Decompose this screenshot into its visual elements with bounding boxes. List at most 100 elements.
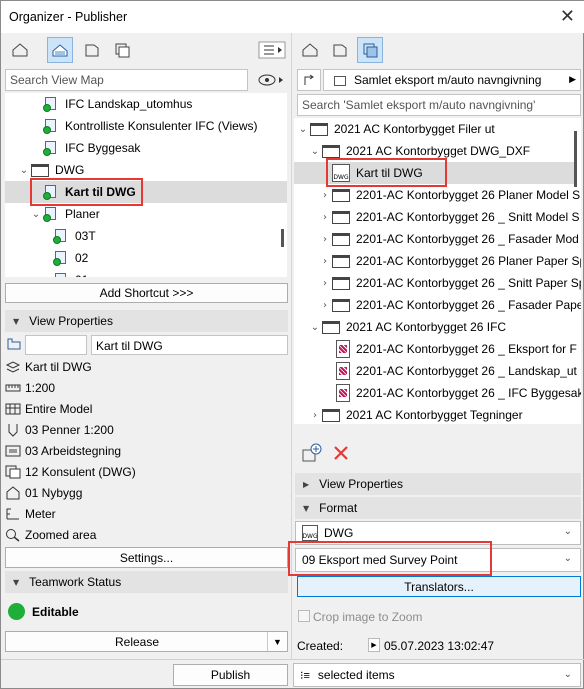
view-icon — [43, 206, 59, 222]
chevron-down-icon[interactable]: ⌄ — [296, 124, 310, 135]
tree-item[interactable]: 03T — [53, 225, 96, 247]
publisher-search-input[interactable]: Search 'Samlet eksport m/auto navngivnin… — [297, 94, 581, 116]
new-item-icon[interactable] — [301, 443, 323, 463]
chevron-right-icon[interactable]: › — [318, 256, 332, 267]
release-button[interactable]: Release ▼ — [5, 631, 288, 652]
project-map-icon[interactable] — [297, 37, 323, 63]
folder-icon — [332, 298, 350, 312]
view-icon — [43, 96, 59, 112]
project-map-icon[interactable] — [7, 37, 33, 63]
created-label: Created: — [297, 639, 344, 653]
teamwork-status-header[interactable]: ▼ Teamwork Status — [5, 571, 288, 593]
crop-checkbox[interactable] — [298, 610, 310, 622]
dropdown-arrow-icon[interactable]: ▼ — [267, 632, 287, 651]
chevron-right-icon[interactable]: › — [318, 212, 332, 223]
chevron-down-icon[interactable]: ⌄ — [308, 322, 322, 333]
tree-folder-planer[interactable]: ⌄ Planer — [29, 203, 100, 225]
publisher-set-up-icon[interactable] — [297, 69, 321, 91]
view-icon — [43, 140, 59, 156]
chevron-down-icon: ⌄ — [563, 669, 572, 680]
tree-item[interactable]: 2201-AC Kontorbygget 26 _ Landskap_ut — [336, 360, 577, 382]
view-map-icon[interactable] — [47, 37, 73, 63]
publisher-sets-icon[interactable] — [357, 37, 383, 63]
folder-icon — [332, 210, 350, 224]
publish-button[interactable]: Publish — [173, 664, 288, 686]
divider — [1, 659, 584, 660]
right-view-properties-header[interactable]: ▶ View Properties — [295, 473, 581, 495]
chevron-down-icon: ⌄ — [563, 526, 572, 537]
view-name-field[interactable]: Kart til DWG — [91, 335, 288, 355]
publisher-sets-icon[interactable] — [109, 37, 135, 63]
close-icon[interactable]: ✕ — [560, 6, 575, 27]
tree-folder[interactable]: › 2201-AC Kontorbygget 26 _ Fasader Pape — [318, 294, 581, 316]
list-icon: ⁝≡ — [300, 669, 310, 682]
tree-item[interactable]: 02 — [53, 247, 88, 269]
dimension-icon — [5, 507, 21, 521]
delete-icon[interactable] — [333, 445, 349, 461]
tree-folder[interactable]: › 2201-AC Kontorbygget 26 _ Snitt Model S — [318, 206, 579, 228]
tree-folder[interactable]: › 2021 AC Kontorbygget Tegninger — [308, 404, 523, 424]
chevron-right-icon[interactable]: › — [318, 234, 332, 245]
prop-zoom: Zoomed area — [5, 525, 96, 545]
prop-layers: Kart til DWG — [5, 357, 92, 377]
collapse-triangle-icon: ▼ — [303, 503, 310, 513]
chevron-right-icon[interactable]: › — [308, 410, 322, 421]
play-icon[interactable]: ▶ — [368, 638, 380, 652]
format-header[interactable]: ▼ Format — [295, 497, 581, 519]
layers-icon — [5, 360, 21, 374]
chevron-right-icon[interactable]: › — [318, 300, 332, 311]
publisher-set-select[interactable]: Samlet eksport m/auto navngivning ▶ — [323, 69, 581, 91]
translators-button[interactable]: Translators... — [297, 576, 581, 597]
tree-folder[interactable]: › 2201-AC Kontorbygget 26 _ Snitt Paper S… — [318, 272, 581, 294]
highlight-box — [288, 541, 492, 576]
folder-icon — [332, 188, 350, 202]
folder-icon — [332, 254, 350, 268]
highlight-box — [30, 178, 143, 206]
tree-folder[interactable]: › 2201-AC Kontorbygget 26 Planer Paper Sp — [318, 250, 581, 272]
set-icon — [334, 75, 346, 86]
id-icon — [7, 338, 21, 350]
view-filter-icon[interactable] — [255, 67, 289, 93]
layout-book-icon[interactable] — [327, 37, 353, 63]
tree-item[interactable]: 01 — [53, 269, 88, 277]
tree-folder[interactable]: ⌄ 2021 AC Kontorbygget 26 IFC — [308, 316, 506, 338]
panel-menu-button[interactable] — [255, 37, 289, 63]
prop-renovation: 01 Nybygg — [5, 483, 82, 503]
view-icon — [43, 118, 59, 134]
prop-pen-set: 03 Penner 1:200 — [5, 420, 114, 440]
chevron-right-icon[interactable]: › — [318, 190, 332, 201]
tree-item[interactable]: IFC Byggesak — [43, 137, 140, 159]
tree-item[interactable]: IFC Landskap_utomhus — [43, 93, 192, 115]
settings-button[interactable]: Settings... — [5, 547, 288, 568]
teamwork-status-text: Editable — [32, 605, 79, 619]
tree-folder[interactable]: › 2201-AC Kontorbygget 26 Planer Model S — [318, 184, 580, 206]
highlight-box — [326, 158, 447, 187]
chevron-down-icon[interactable]: ⌄ — [17, 165, 31, 176]
prop-dimension: Meter — [5, 504, 56, 524]
chevron-down-icon[interactable]: ⌄ — [29, 209, 43, 220]
publish-scope-select[interactable]: ⁝≡ selected items ⌄ — [293, 663, 581, 687]
view-properties-header[interactable]: ▼ View Properties — [5, 310, 288, 332]
view-icon — [53, 228, 69, 244]
ifc-icon — [336, 340, 350, 358]
collapse-triangle-icon: ▼ — [13, 577, 20, 587]
tree-folder[interactable]: ⌄ 2021 AC Kontorbygget Filer ut — [296, 118, 495, 140]
layout-book-icon[interactable] — [79, 37, 105, 63]
left-scrollbar-thumb[interactable] — [281, 229, 284, 247]
view-map-search-input[interactable]: Search View Map — [5, 69, 248, 91]
chevron-down-icon[interactable]: ⌄ — [308, 146, 322, 157]
dwg-icon: DWG — [302, 525, 318, 541]
title-bar: Organizer - Publisher ✕ — [1, 1, 584, 33]
scale-icon — [5, 381, 21, 395]
folder-icon — [322, 144, 340, 158]
view-id-field[interactable] — [25, 335, 87, 355]
tree-folder[interactable]: › 2201-AC Kontorbygget 26 _ Fasader Mod — [318, 228, 579, 250]
add-shortcut-button[interactable]: Add Shortcut >>> — [5, 283, 288, 303]
right-scrollbar-thumb[interactable] — [574, 131, 577, 187]
tree-item[interactable]: 2201-AC Kontorbygget 26 _ Eksport for F — [336, 338, 577, 360]
tree-item[interactable]: Kontrolliste Konsulenter IFC (Views) — [43, 115, 258, 137]
expand-triangle-icon: ▶ — [303, 479, 310, 489]
tree-item[interactable]: 2201-AC Kontorbygget 26 _ IFC Byggesak — [336, 382, 581, 404]
folder-icon — [332, 232, 350, 246]
chevron-right-icon[interactable]: › — [318, 278, 332, 289]
